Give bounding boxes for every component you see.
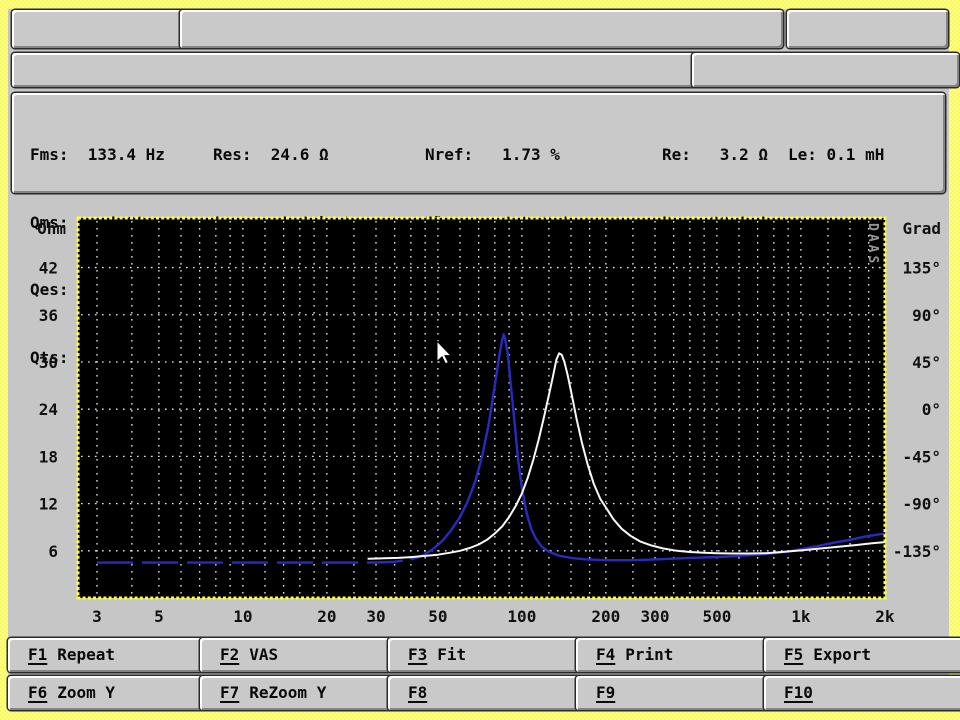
f1-repeat-button[interactable]: F1Repeat (8, 638, 217, 672)
thiele-small-parameter-panel: Fms: 133.4 Hz Qms: 4.08 Qes: 0.46 Qts: 0… (12, 93, 945, 193)
daas-screen: { "titlebar": { "esc_hotkey": "ESC", "es… (0, 0, 960, 720)
param-le: Le: 0.1 mH (788, 144, 884, 167)
param-re: Re: 3.2 Ω (662, 144, 778, 167)
title-bar: D A A S Thiele Small Parameter (180, 10, 783, 48)
param-cp: Cp: 453.9 µF (662, 347, 778, 370)
f7-rezoom-y-button[interactable]: F7ReZoom Y (200, 676, 405, 710)
param-vas: Vas : 3.5 l (425, 347, 570, 370)
param-spl: SPL : 94.4 dB (425, 279, 570, 302)
titlebar-spacer-panel (787, 10, 948, 48)
f6-zoom-y-button[interactable]: F6Zoom Y (8, 676, 217, 710)
param-cms: Cms: 0.11 mm/N (213, 279, 358, 302)
f10-button[interactable]: F10 (764, 676, 960, 710)
esc-end-button[interactable]: ESCEnd (12, 10, 192, 48)
param-col-mechanical: Res: 24.6 Ω Rms: 2.8 kg/s Cms: 0.11 mm/N… (213, 99, 358, 414)
app-window: ESCEnd D A A S Thiele Small Parameter In… (8, 9, 949, 710)
param-col-le: Le: 0.1 mH (788, 99, 884, 414)
param-bl: Bl : 8.9 N/A (425, 212, 570, 235)
param-rp: Rp: 30.2 Ω (662, 212, 778, 235)
param-lp: Lp: 7.8 mH (662, 279, 778, 302)
f3-fit-button[interactable]: F3Fit (388, 638, 593, 672)
model-selector[interactable]: MO: UN6.5 4 OHM (692, 53, 959, 87)
param-qts: Qts: 0.41 (30, 347, 165, 370)
f2-vas-button[interactable]: F2VAS (200, 638, 405, 672)
f5-export-button[interactable]: F5Export (764, 638, 960, 672)
f8-button[interactable]: F8 (388, 676, 593, 710)
f9-button[interactable]: F9 (576, 676, 781, 710)
param-col-efficiency: Nref: 1.73 % Bl : 8.9 N/A SPL : 94.4 dB … (425, 99, 570, 414)
param-nref: Nref: 1.73 % (425, 144, 570, 167)
param-rms: Rms: 2.8 kg/s (213, 212, 358, 235)
param-col-q-values: Fms: 133.4 Hz Qms: 4.08 Qes: 0.46 Qts: 0… (30, 99, 165, 414)
f4-print-button[interactable]: F4Print (576, 638, 781, 672)
param-qms: Qms: 4.08 (30, 212, 165, 235)
param-col-electrical: Re: 3.2 Ω Rp: 30.2 Ω Lp: 7.8 mH Cp: 453.… (662, 99, 778, 414)
input-level-bar: In: Line ±0.20 V (12, 53, 704, 87)
param-qes: Qes: 0.46 (30, 279, 165, 302)
param-res: Res: 24.6 Ω (213, 144, 358, 167)
param-fms: Fms: 133.4 Hz (30, 144, 165, 167)
param-mms: Mms: 13.5 gr (213, 347, 358, 370)
